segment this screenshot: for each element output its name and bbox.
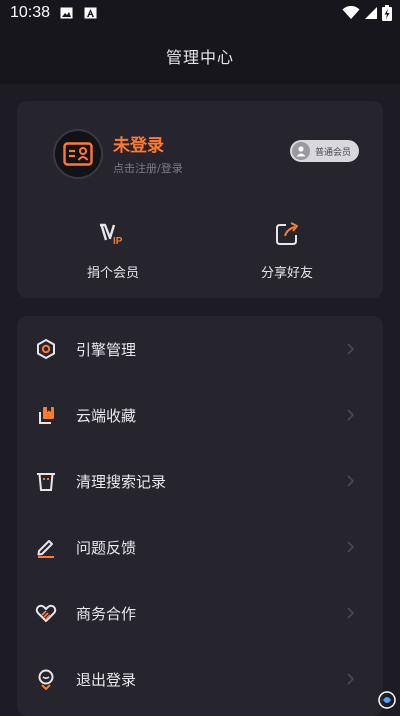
profile-card[interactable]: 未登录 点击注册/登录 普通会员 IP 捐个会员 分享好友 xyxy=(17,101,383,298)
trash-icon xyxy=(35,470,57,492)
chevron-right-icon xyxy=(347,475,355,487)
watermark xyxy=(378,691,396,709)
donate-member-label: 捐个会员 xyxy=(86,266,139,281)
share-icon xyxy=(272,219,302,249)
watermark-logo-icon xyxy=(378,691,396,709)
logout-icon xyxy=(35,668,57,690)
header: 管理中心 xyxy=(0,28,400,84)
status-indicators xyxy=(342,5,392,21)
menu-item-feedback[interactable]: 问题反馈 xyxy=(17,514,383,580)
user-icon xyxy=(292,142,310,160)
status-time: 10:38 xyxy=(10,4,51,21)
avatar[interactable] xyxy=(53,129,103,179)
member-badge-label: 普通会员 xyxy=(315,147,352,158)
page-title: 管理中心 xyxy=(165,48,234,67)
menu-card: 引擎管理 云端收藏 清理搜索记录 问题反馈 商务合作 退出登录 xyxy=(17,316,383,716)
menu-item-label: 引擎管理 xyxy=(76,340,137,359)
menu-item-cloud-favorites[interactable]: 云端收藏 xyxy=(17,382,383,448)
menu-item-label: 退出登录 xyxy=(76,670,137,689)
menu-item-clear-search-history[interactable]: 清理搜索记录 xyxy=(17,448,383,514)
engine-icon xyxy=(35,338,57,360)
menu-item-label: 云端收藏 xyxy=(76,406,137,425)
image-notification-icon xyxy=(60,7,73,19)
feedback-pen-icon xyxy=(35,536,57,558)
login-hint[interactable]: 点击注册/登录 xyxy=(113,160,183,176)
menu-item-business-cooperation[interactable]: 商务合作 xyxy=(17,580,383,646)
share-friends-button[interactable]: 分享好友 xyxy=(227,219,347,281)
menu-item-label: 商务合作 xyxy=(76,604,137,623)
login-status[interactable]: 未登录 xyxy=(113,131,164,156)
menu-item-label: 问题反馈 xyxy=(76,538,137,557)
menu-item-label: 清理搜索记录 xyxy=(76,472,167,491)
app-notification-icon xyxy=(84,7,97,19)
cloud-favorites-icon xyxy=(35,404,57,426)
chevron-right-icon xyxy=(347,541,355,553)
menu-item-logout[interactable]: 退出登录 xyxy=(17,646,383,712)
svg-text:IP: IP xyxy=(113,236,123,246)
share-friends-label: 分享好友 xyxy=(260,266,313,281)
chevron-right-icon xyxy=(347,607,355,619)
vip-icon: IP xyxy=(98,219,128,249)
wifi-icon xyxy=(342,6,360,19)
menu-item-engine-management[interactable]: 引擎管理 xyxy=(17,316,383,382)
status-bar: 10:38 xyxy=(0,0,400,28)
donate-member-button[interactable]: IP 捐个会员 xyxy=(53,219,173,281)
handshake-heart-icon xyxy=(35,602,57,624)
member-badge: 普通会员 xyxy=(290,140,360,162)
chevron-right-icon xyxy=(347,409,355,421)
chevron-right-icon xyxy=(347,343,355,355)
chevron-right-icon xyxy=(347,673,355,685)
id-card-icon xyxy=(63,142,93,166)
signal-icon xyxy=(365,7,377,19)
battery-charging-icon xyxy=(382,5,392,21)
